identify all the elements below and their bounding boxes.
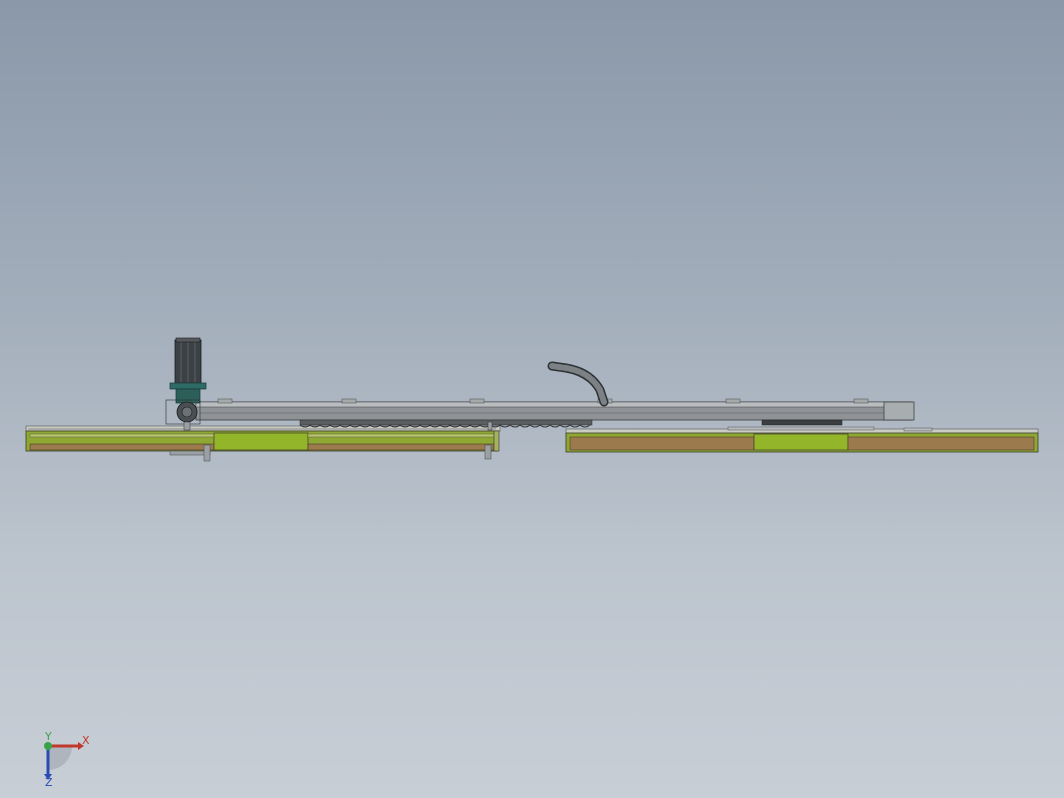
motor-cap — [175, 337, 201, 343]
graphics-viewport[interactable]: X Y Z — [0, 0, 1064, 798]
left-rail-foot-b — [203, 444, 211, 462]
left-rail-wood-b — [307, 443, 495, 451]
left-rail-inner-strip-top-b — [307, 433, 495, 438]
right-rail-wood-a — [569, 436, 755, 451]
left-rail-assembly[interactable] — [25, 425, 501, 462]
beam-end-block — [883, 401, 915, 421]
spindle-motor[interactable] — [165, 337, 207, 425]
left-rail-top-plate — [25, 425, 501, 432]
carriage-shadow-right — [761, 419, 843, 426]
left-rail-inner-strip-top — [29, 433, 215, 438]
right-rail-green-block — [753, 433, 849, 451]
z-axis-label: Z — [45, 776, 53, 786]
model-scene[interactable] — [0, 0, 1064, 798]
left-rail-foot-c — [484, 444, 492, 460]
right-rail-plate-a — [727, 426, 875, 431]
y-axis-dot — [44, 742, 52, 750]
left-rail-wood-a — [29, 443, 215, 451]
beam-top-highlight — [195, 401, 913, 408]
y-axis-label: Y — [44, 730, 52, 743]
cable-drag-chain[interactable] — [547, 361, 609, 407]
right-rail-assembly[interactable] — [565, 426, 1039, 453]
right-rail-plate-b — [903, 427, 933, 432]
motor-flange — [169, 382, 207, 390]
motor-coupler — [175, 388, 201, 404]
beam-tab-2 — [341, 398, 357, 404]
triad-plane-shading — [48, 746, 72, 770]
beam-tab-6 — [853, 398, 869, 404]
beam-tab-1 — [217, 398, 233, 404]
left-rail-end-cap-right — [493, 430, 500, 452]
right-rail-wood-b — [847, 436, 1035, 451]
beam-tab-5 — [725, 398, 741, 404]
beam-tab-3 — [469, 398, 485, 404]
orientation-triad: X Y Z — [44, 730, 90, 786]
gantry-beam[interactable] — [195, 398, 915, 428]
left-rail-green-block — [213, 432, 309, 451]
x-axis-label: X — [82, 734, 90, 747]
